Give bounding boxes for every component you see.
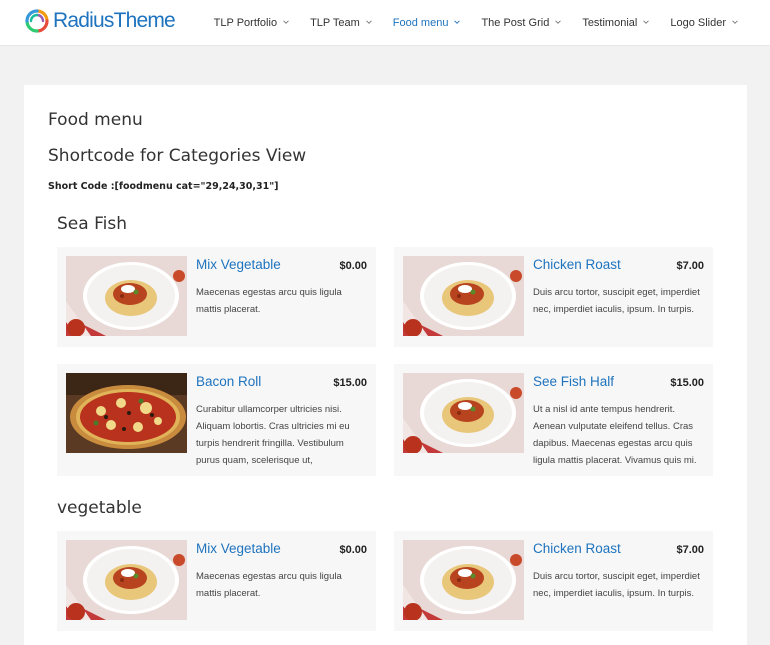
nav-item-label: Logo Slider: [670, 16, 726, 29]
nav-item-tlp-team[interactable]: TLP Team: [310, 17, 372, 29]
site-header: RadiusTheme TLP Portfolio TLP Team Food me…: [0, 0, 770, 46]
nav-item-label: Food menu: [392, 16, 449, 29]
food-image[interactable]: [403, 540, 524, 620]
menu-item-name[interactable]: Bacon Roll: [196, 374, 261, 389]
category-title: Sea Fish: [57, 214, 127, 234]
menu-item-description: Duis arcu tortor, suscipit eget, imperdi…: [533, 571, 700, 599]
menu-item-price: $15.00: [670, 377, 704, 389]
nav-item-tlp-portfolio[interactable]: TLP Portfolio: [214, 17, 289, 29]
menu-item-card: Mix Vegetable $0.00 Maecenas egestas arcu …: [57, 531, 376, 631]
chevron-down-icon: [732, 20, 738, 24]
menu-item-card: Chicken Roast $7.00 Duis arcu tortor, susc…: [394, 247, 713, 347]
nav-item-label: Testimonial: [582, 16, 638, 29]
chevron-down-icon: [643, 20, 650, 24]
site-logo[interactable]: RadiusTheme: [24, 8, 176, 34]
nav-item-label: TLP Portfolio: [213, 16, 278, 29]
nav-item-label: TLP Team: [310, 16, 360, 29]
main-nav: TLP Portfolio TLP Team Food menu The Post G…: [193, 0, 738, 45]
menu-item-card: Bacon Roll $15.00 Curabitur ullamcorper ul…: [57, 364, 376, 476]
logo-text: RadiusTheme: [53, 9, 176, 32]
menu-item-price: $15.00: [333, 377, 367, 389]
radius-logo-icon: [25, 9, 49, 33]
category-title: vegetable: [57, 498, 142, 518]
menu-item-price: $7.00: [676, 544, 704, 556]
shortcode-text: Short Code :[foodmenu cat="29,24,30,31"]: [48, 181, 279, 192]
chevron-down-icon: [555, 20, 562, 24]
nav-item-logo-slider[interactable]: Logo Slider: [670, 17, 738, 29]
nav-item-the-post-grid[interactable]: The Post Grid: [481, 16, 562, 29]
menu-item-name[interactable]: Mix Vegetable: [196, 541, 281, 556]
menu-item-name[interactable]: Chicken Roast: [533, 541, 621, 556]
food-image[interactable]: [66, 373, 187, 453]
menu-item-description: Curabitur ullamcorper ultricies nisi. Al…: [196, 404, 350, 466]
menu-item-card: See Fish Half $15.00 Ut a nisl id ante tem…: [394, 364, 713, 476]
chevron-down-icon: [365, 20, 372, 24]
page-subtitle: Shortcode for Categories View: [48, 146, 307, 166]
menu-item-name[interactable]: Mix Vegetable: [196, 257, 281, 272]
menu-item-description: Maecenas egestas arcu quis ligula mattis…: [196, 287, 342, 315]
food-image[interactable]: [66, 256, 187, 336]
menu-item-description: Maecenas egestas arcu quis ligula mattis…: [196, 571, 342, 599]
menu-item-description: Duis arcu tortor, suscipit eget, imperdi…: [533, 287, 700, 315]
menu-item-description: Ut a nisl id ante tempus hendrerit. Aene…: [533, 404, 697, 466]
nav-item-label: The Post Grid: [481, 16, 550, 29]
main-content: Food menu Shortcode for Categories View …: [24, 85, 747, 645]
food-image[interactable]: [66, 540, 187, 620]
nav-item-food-menu[interactable]: Food menu: [393, 17, 461, 29]
page-title: Food menu: [48, 110, 143, 130]
menu-item-card: Mix Vegetable $0.00 Maecenas egestas arcu …: [57, 247, 376, 347]
menu-item-price: $0.00: [339, 544, 367, 556]
nav-item-testimonial[interactable]: Testimonial: [582, 16, 650, 29]
menu-item-card: Chicken Roast $7.00 Duis arcu tortor, susc…: [394, 531, 713, 631]
menu-item-price: $0.00: [339, 260, 367, 272]
menu-item-name[interactable]: See Fish Half: [533, 374, 614, 389]
food-image[interactable]: [403, 256, 524, 336]
chevron-down-icon: [283, 20, 289, 24]
chevron-down-icon: [454, 20, 461, 24]
menu-item-price: $7.00: [676, 260, 704, 272]
menu-item-name[interactable]: Chicken Roast: [533, 257, 621, 272]
food-image[interactable]: [403, 373, 524, 453]
